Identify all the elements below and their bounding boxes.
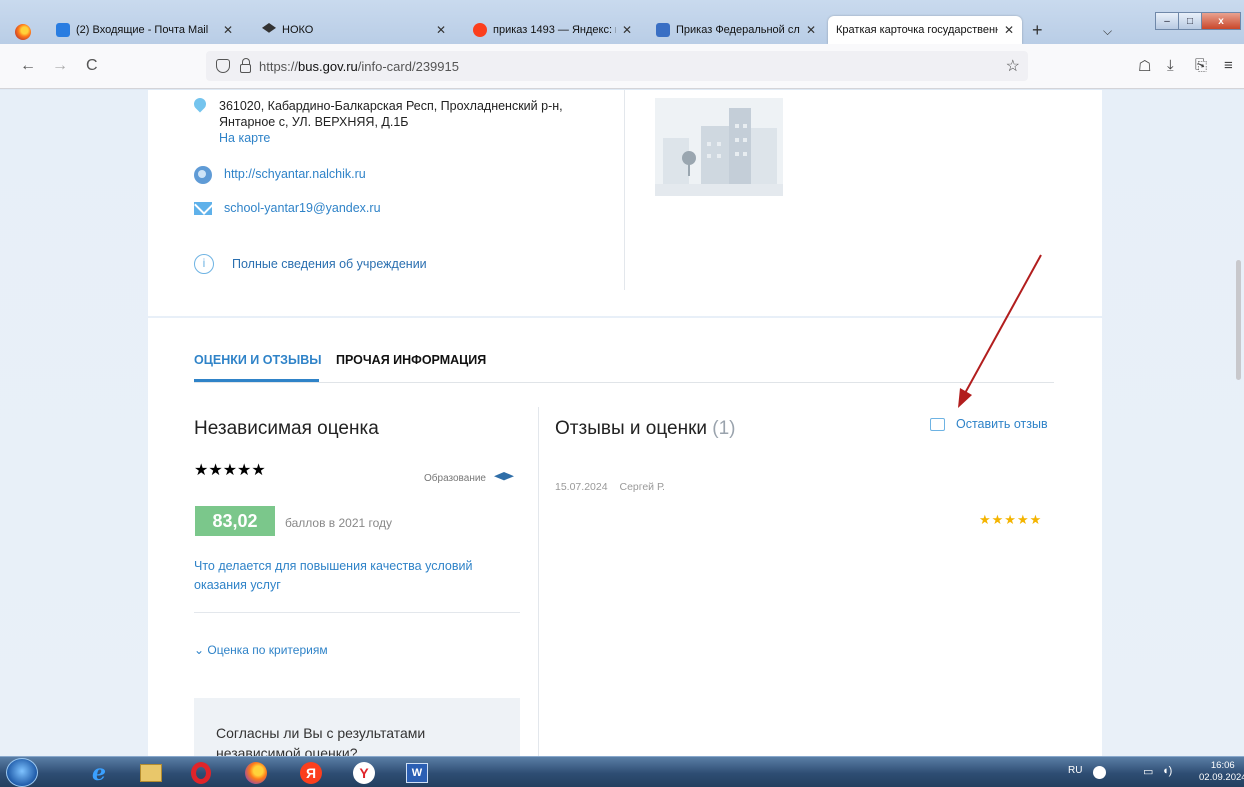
back-button[interactable]: ←: [20, 57, 36, 75]
volume-icon[interactable]: ◖): [1162, 765, 1172, 777]
tab-title: (2) Входящие - Почта Mail: [76, 24, 209, 36]
lock-icon[interactable]: [240, 57, 251, 73]
navigation-bar: ← → C https://bus.gov.ru/info-card/23991…: [0, 44, 1244, 89]
file-explorer-icon[interactable]: [132, 760, 170, 786]
app-menu-icon[interactable]: ≡: [1224, 57, 1233, 74]
reload-button[interactable]: C: [86, 57, 98, 75]
mail-icon: [56, 23, 70, 37]
browser-tab-strip: (2) Входящие - Почта Mail ✕ НОКО ✕ прика…: [0, 0, 1244, 44]
downloads-icon[interactable]: ⤓: [1167, 57, 1174, 74]
tab-close-icon[interactable]: ✕: [223, 23, 233, 37]
minimize-button[interactable]: –: [1155, 12, 1179, 30]
tab-title: приказ 1493 — Яндекс: нашло: [493, 24, 616, 36]
tracking-shield-icon[interactable]: [216, 59, 230, 73]
tab-close-icon[interactable]: ✕: [436, 23, 446, 37]
close-window-button[interactable]: x: [1201, 12, 1241, 30]
flag-icon: [656, 23, 670, 37]
share-icon[interactable]: ⎘: [1195, 57, 1207, 74]
windows-taskbar: e Я Y W RU ▭ ◖) 16:06 02.09.2024: [0, 756, 1244, 787]
network-icon[interactable]: ▭: [1143, 765, 1153, 778]
internet-explorer-icon[interactable]: e: [80, 760, 118, 786]
system-clock[interactable]: 16:06 02.09.2024: [1199, 760, 1244, 784]
tab-close-icon[interactable]: ✕: [806, 23, 816, 37]
list-all-tabs-button[interactable]: ⌵: [1103, 24, 1112, 39]
language-indicator[interactable]: RU: [1068, 765, 1082, 776]
maximize-button[interactable]: □: [1178, 12, 1202, 30]
url-text[interactable]: https://bus.gov.ru/info-card/239915: [259, 59, 459, 74]
tab-title: Приказ Федеральной службы: [676, 24, 800, 36]
yandex-browser-icon[interactable]: Я: [292, 760, 330, 786]
clock-date: 02.09.2024: [1199, 772, 1244, 783]
graduation-cap-icon: [262, 23, 276, 33]
opera-icon[interactable]: [182, 760, 220, 786]
tab-close-icon[interactable]: ✕: [1004, 23, 1014, 37]
start-button[interactable]: [6, 758, 38, 787]
tab-close-icon[interactable]: ✕: [622, 23, 632, 37]
yandex-icon[interactable]: Y: [345, 760, 383, 786]
tab-title: Краткая карточка государственно: [836, 24, 998, 36]
new-tab-button[interactable]: +: [1032, 20, 1043, 41]
tab-prikaz[interactable]: Приказ Федеральной службы ✕: [648, 16, 824, 44]
tab-info-card[interactable]: Краткая карточка государственно ✕: [828, 16, 1022, 44]
firefox-logo-icon[interactable]: [15, 24, 31, 40]
clock-time: 16:06: [1210, 760, 1235, 771]
firefox-icon[interactable]: [237, 760, 275, 786]
yandex-icon: [473, 23, 487, 37]
tab-title: НОКО: [282, 24, 314, 36]
tab-noko[interactable]: НОКО ✕: [254, 16, 454, 44]
annotation-arrow: [958, 254, 1042, 408]
address-bar[interactable]: https://bus.gov.ru/info-card/239915 ☆: [206, 51, 1028, 81]
forward-button[interactable]: →: [52, 57, 68, 75]
bookmark-star-icon[interactable]: ☆: [1006, 56, 1020, 76]
tab-mail[interactable]: (2) Входящие - Почта Mail ✕: [48, 16, 241, 44]
yandex-tray-icon[interactable]: [1093, 766, 1106, 779]
page-viewport: 361020, Кабардино-Балкарская Респ, Прохл…: [0, 90, 1244, 756]
tab-yandex[interactable]: приказ 1493 — Яндекс: нашло ✕: [465, 16, 640, 44]
window-controls: – □ x: [1155, 12, 1241, 32]
pocket-icon[interactable]: ☖: [1138, 57, 1151, 75]
word-icon[interactable]: W: [398, 760, 436, 786]
